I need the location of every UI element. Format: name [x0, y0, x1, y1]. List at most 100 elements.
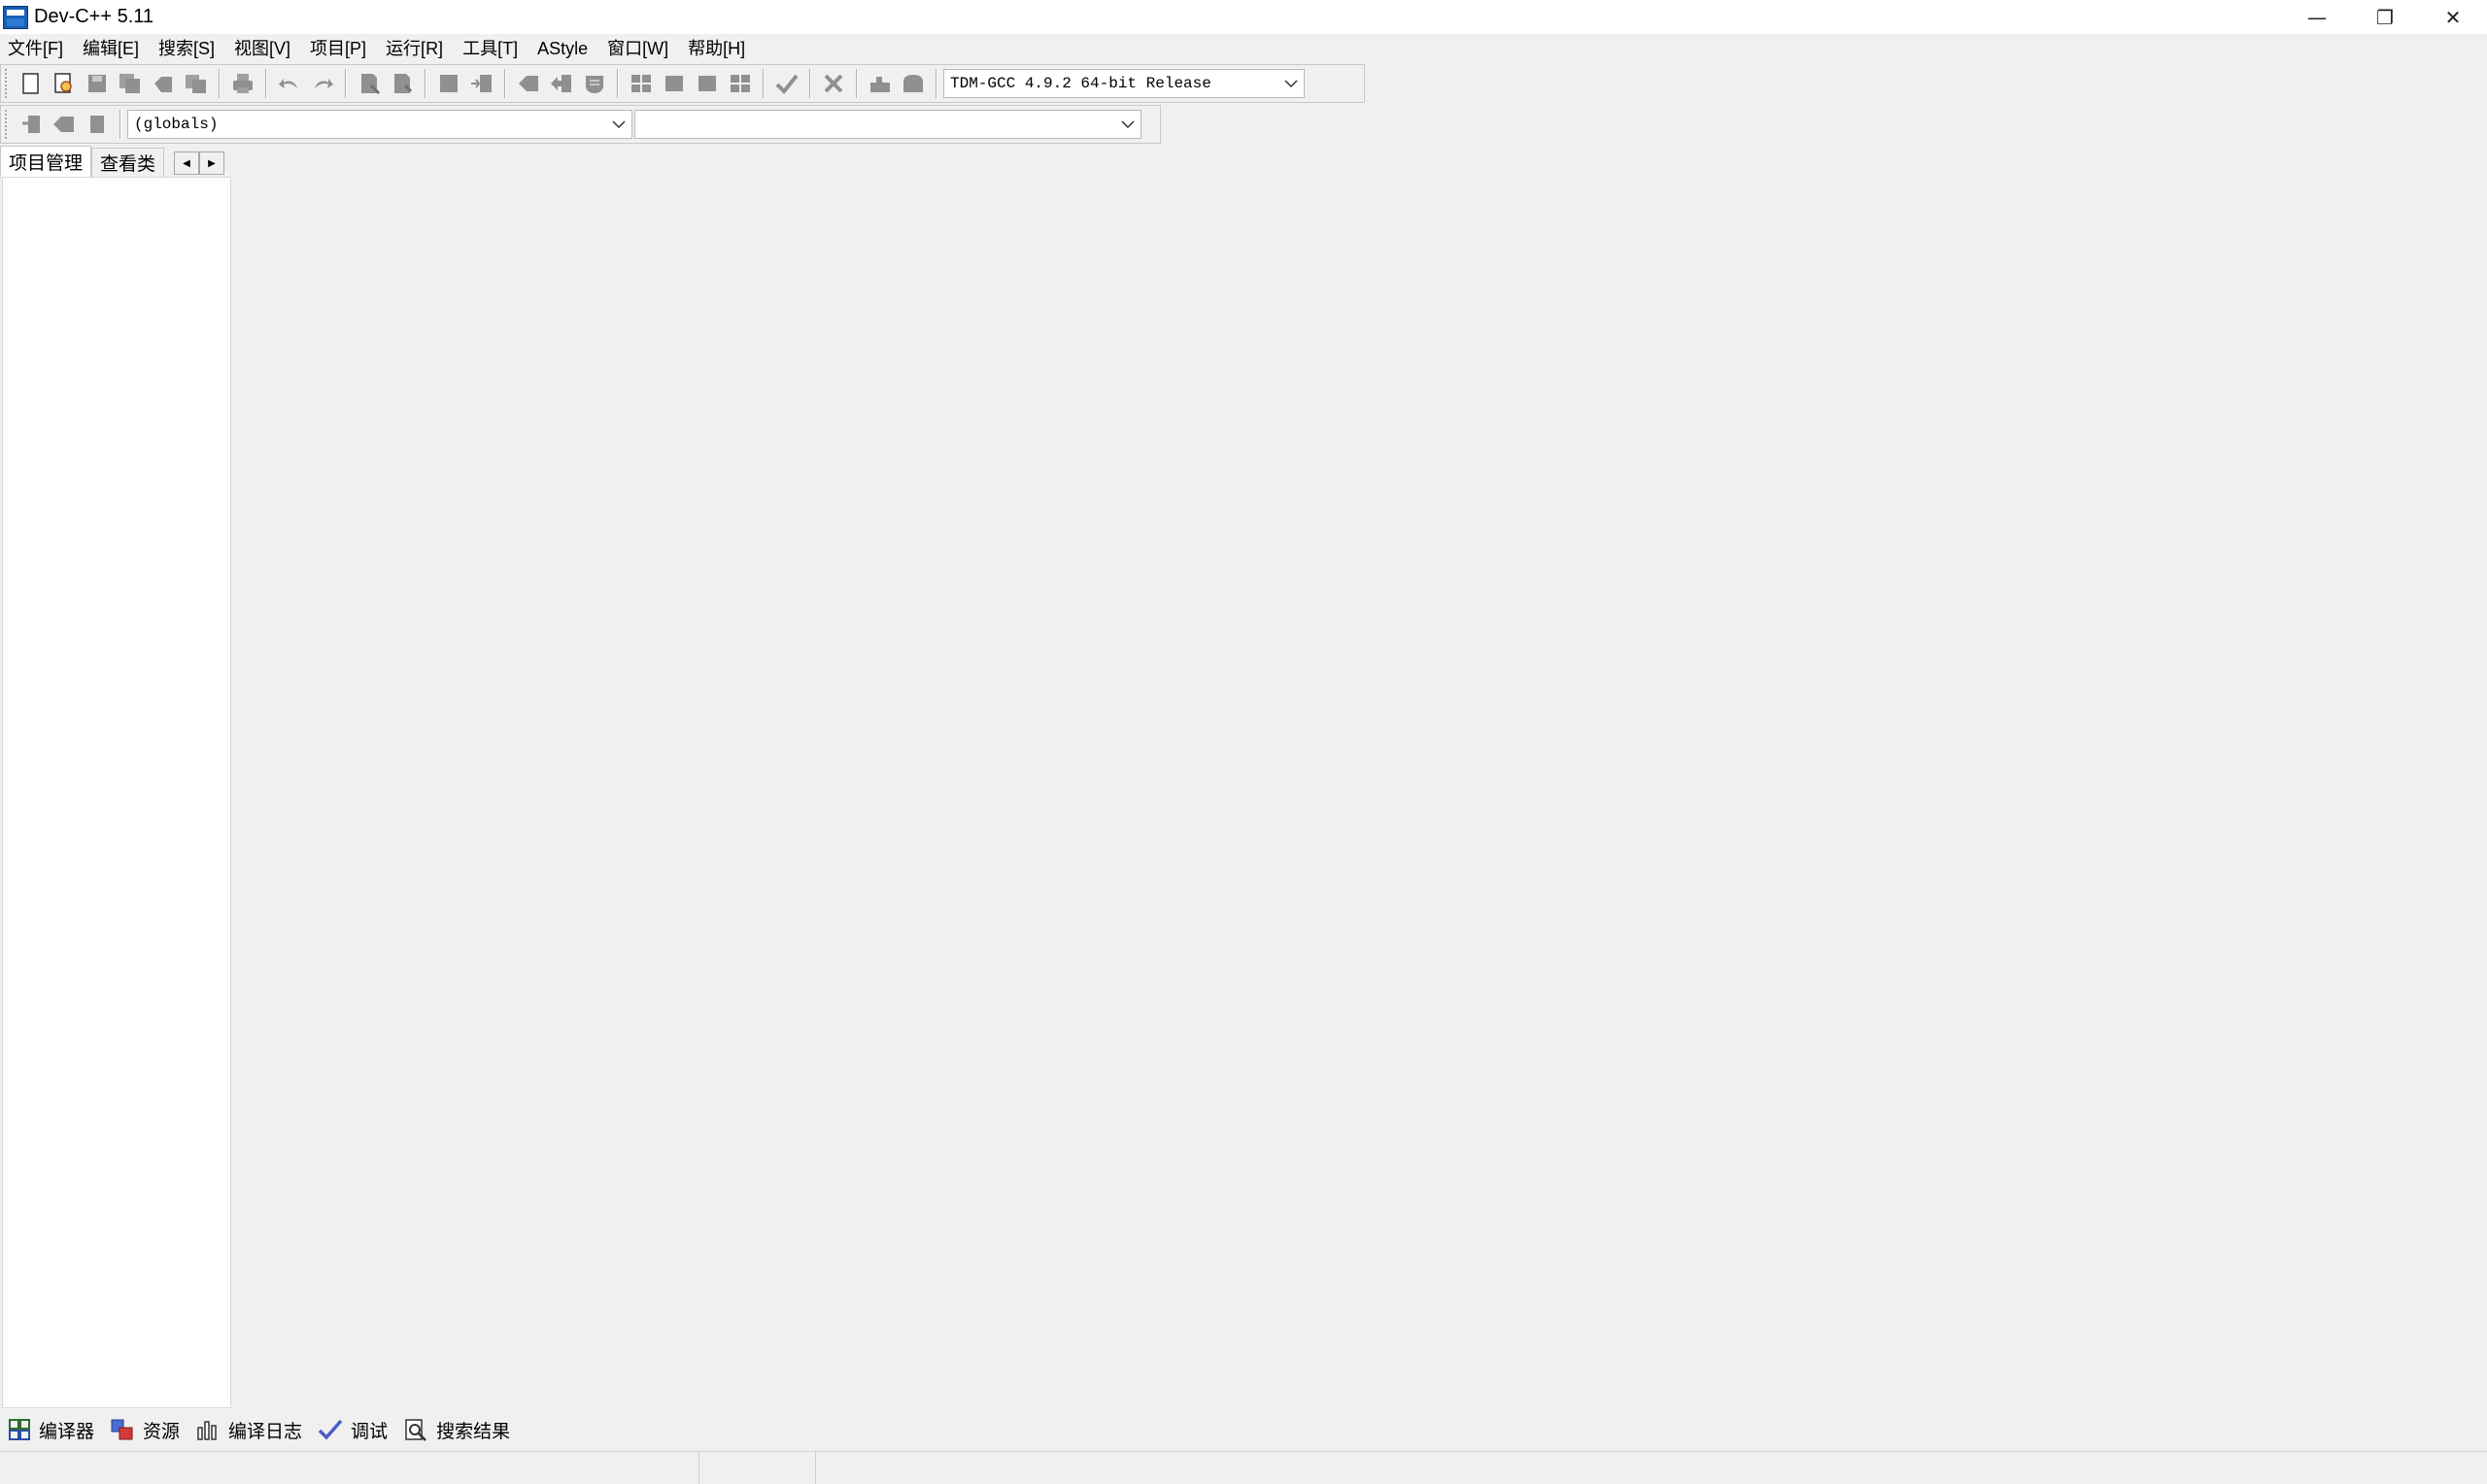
- toggle-bookmark-button[interactable]: [50, 110, 79, 139]
- chevron-down-icon[interactable]: [1115, 111, 1141, 138]
- save-all-button[interactable]: [116, 69, 145, 98]
- menu-project[interactable]: 项目[P]: [300, 35, 376, 62]
- tab-search-results[interactable]: 搜索结果: [395, 1415, 518, 1444]
- status-cell-position: [0, 1452, 699, 1484]
- menu-run[interactable]: 运行[R]: [376, 35, 453, 62]
- redo-icon: [315, 79, 333, 88]
- tab-debug[interactable]: 调试: [310, 1415, 395, 1444]
- tab-debug-label: 调试: [351, 1421, 389, 1442]
- menu-search[interactable]: 搜索[S]: [149, 35, 224, 62]
- open-file-icon: [54, 73, 72, 93]
- scroll-right-button[interactable]: ▶: [199, 152, 225, 175]
- toolbar-grip[interactable]: [5, 69, 11, 98]
- toolbar-separator: [617, 69, 619, 98]
- tab-project[interactable]: 项目管理: [0, 146, 92, 177]
- toolbar-separator: [265, 69, 267, 98]
- goto-bookmark-icon: [90, 116, 104, 133]
- chevron-down-icon[interactable]: [606, 111, 631, 138]
- toolbar-separator: [345, 69, 347, 98]
- undo-icon: [279, 79, 297, 88]
- member-select[interactable]: [634, 110, 1141, 139]
- tab-compile-log[interactable]: 编译日志: [187, 1415, 310, 1444]
- scroll-left-button[interactable]: ◀: [174, 152, 200, 175]
- print-button[interactable]: [228, 69, 257, 98]
- stop-button[interactable]: [819, 69, 848, 98]
- close-file-icon: [154, 77, 172, 92]
- tab-scroll-buttons: ◀ ▶: [174, 152, 225, 175]
- tab-resources[interactable]: 资源: [102, 1415, 187, 1444]
- new-file-icon: [22, 73, 39, 94]
- profile-button[interactable]: [866, 69, 895, 98]
- app-icon: [3, 5, 28, 29]
- indent-button[interactable]: [547, 69, 576, 98]
- compile-icon: [631, 75, 651, 92]
- delete-profile-icon: [903, 75, 923, 92]
- close-all-button[interactable]: [182, 69, 211, 98]
- open-file-button[interactable]: [50, 69, 79, 98]
- goto-line-icon: [471, 75, 492, 92]
- toolbar-separator: [119, 110, 121, 139]
- compile-log-icon: [197, 1421, 217, 1440]
- compile-button[interactable]: [627, 69, 656, 98]
- debug-check-icon: [318, 1419, 343, 1440]
- toolbar-separator: [504, 69, 506, 98]
- replace-button[interactable]: [388, 69, 417, 98]
- tab-classes[interactable]: 查看类: [91, 148, 165, 177]
- bookmark-icon: [53, 117, 74, 132]
- run-button[interactable]: [660, 69, 689, 98]
- undo-button[interactable]: [275, 69, 304, 98]
- toolbar-separator: [856, 69, 858, 98]
- redo-button[interactable]: [308, 69, 337, 98]
- goto-bookmark-button[interactable]: [83, 110, 112, 139]
- compile-run-button[interactable]: [693, 69, 722, 98]
- window-title: Dev-C++ 5.11: [34, 6, 154, 27]
- close-button[interactable]: ✕: [2419, 0, 2487, 34]
- restore-button[interactable]: ❐: [2351, 0, 2419, 34]
- chevron-down-icon[interactable]: [1278, 70, 1304, 97]
- delete-profile-button[interactable]: [899, 69, 928, 98]
- find-button[interactable]: [355, 69, 384, 98]
- goto-line-button[interactable]: [467, 69, 496, 98]
- scope-select[interactable]: (globals): [127, 110, 632, 139]
- project-tree-pane[interactable]: [2, 177, 231, 1408]
- insert-icon: [22, 116, 40, 133]
- print-icon: [233, 74, 253, 93]
- tab-compiler-label: 编译器: [39, 1421, 95, 1442]
- compiler-select-value: TDM-GCC 4.9.2 64-bit Release: [950, 75, 1211, 92]
- compiler-select[interactable]: TDM-GCC 4.9.2 64-bit Release: [943, 69, 1305, 98]
- menu-bar: 文件[F] 编辑[E] 搜索[S] 视图[V] 项目[P] 运行[R] 工具[T…: [0, 35, 755, 62]
- comment-button[interactable]: [580, 69, 609, 98]
- minimize-button[interactable]: —: [2283, 0, 2351, 34]
- insert-button[interactable]: [17, 110, 46, 139]
- compile-run-icon: [698, 76, 716, 91]
- unindent-button[interactable]: [514, 69, 543, 98]
- find-icon: [361, 74, 380, 95]
- toolbar-separator: [809, 69, 811, 98]
- indent-icon: [551, 75, 571, 92]
- class-toolbar: (globals): [0, 105, 1161, 144]
- replace-icon: [394, 74, 413, 93]
- save-all-icon: [119, 74, 140, 93]
- find-next-button[interactable]: [434, 69, 463, 98]
- stop-icon: [824, 74, 843, 93]
- unindent-icon: [519, 76, 538, 91]
- menu-help[interactable]: 帮助[H]: [678, 35, 755, 62]
- tab-compiler[interactable]: 编译器: [0, 1415, 102, 1444]
- resources-icon: [111, 1419, 133, 1440]
- menu-file[interactable]: 文件[F]: [0, 35, 73, 62]
- toolbar-separator: [763, 69, 765, 98]
- new-file-button[interactable]: [17, 69, 46, 98]
- menu-tools[interactable]: 工具[T]: [453, 35, 528, 62]
- rebuild-button[interactable]: [726, 69, 755, 98]
- toolbar-grip[interactable]: [5, 110, 11, 139]
- menu-edit[interactable]: 编辑[E]: [73, 35, 149, 62]
- comment-icon: [586, 76, 603, 93]
- syntax-check-button[interactable]: [772, 69, 801, 98]
- close-all-icon: [186, 75, 206, 93]
- close-file-button[interactable]: [149, 69, 178, 98]
- save-button[interactable]: [83, 69, 112, 98]
- menu-astyle[interactable]: AStyle: [528, 35, 597, 62]
- menu-view[interactable]: 视图[V]: [224, 35, 300, 62]
- menu-window[interactable]: 窗口[W]: [597, 35, 678, 62]
- main-toolbar: TDM-GCC 4.9.2 64-bit Release: [0, 64, 1365, 103]
